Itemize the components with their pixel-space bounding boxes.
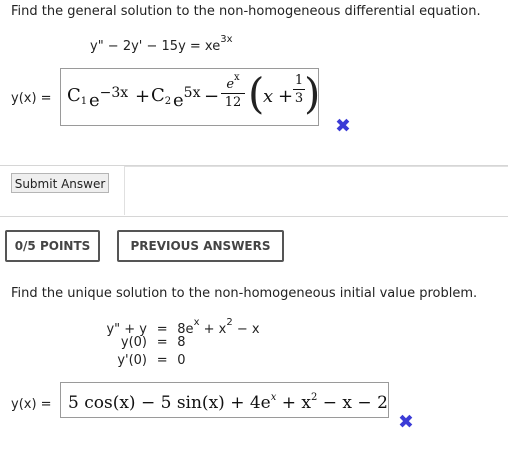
ivp-line-2: y(0) = 8: [120, 335, 186, 350]
ivp-line-1: y" + y = 8ex + x2 − x: [106, 317, 260, 337]
divider-2: [0, 216, 508, 217]
fraction-1: ex 12: [221, 72, 245, 110]
plus-sign-2: +: [278, 86, 294, 107]
answer-1-label: y(x) =: [11, 91, 52, 106]
points-badge: 0/5 POINTS: [5, 230, 100, 262]
ivp-line-3: y'(0) = 0: [117, 353, 186, 368]
previous-answers-button[interactable]: PREVIOUS ANSWERS: [117, 230, 284, 262]
submit-side-panel: [124, 166, 508, 215]
close-paren: ): [304, 69, 321, 118]
term-c2: C2: [151, 85, 172, 107]
answer-1-field[interactable]: C1 e−3x + C2 e5x − ex 12 ( x + 1 3 ): [60, 68, 321, 126]
term-x: x: [263, 86, 274, 107]
question-1-equation: y" − 2y' − 15y = xe3x: [90, 34, 233, 54]
term-c1: C1: [67, 85, 88, 107]
plus-sign-1: +: [135, 86, 151, 107]
incorrect-icon-1: ✖: [335, 115, 351, 137]
question-1-prompt: Find the general solution to the non-hom…: [11, 4, 481, 19]
answer-2-label: y(x) =: [11, 397, 52, 412]
answer-2-field[interactable]: 5 cos(x) − 5 sin(x) + 4ex + x2 − x − 2: [60, 382, 389, 418]
submit-answer-button[interactable]: Submit Answer: [11, 173, 109, 193]
equation-exponent: 3x: [220, 34, 233, 45]
incorrect-icon-2: ✖: [398, 411, 414, 433]
fraction-1-numerator: ex: [226, 72, 240, 92]
equation-lhs: y" − 2y' − 15y = xe: [90, 39, 221, 54]
fraction-1-denominator: 12: [224, 95, 242, 110]
minus-sign: −: [204, 86, 220, 107]
open-paren: (: [248, 69, 265, 118]
term-e2: e5x: [173, 85, 201, 111]
question-2-prompt: Find the unique solution to the non-homo…: [11, 286, 478, 301]
term-e1: e−3x: [89, 85, 129, 111]
